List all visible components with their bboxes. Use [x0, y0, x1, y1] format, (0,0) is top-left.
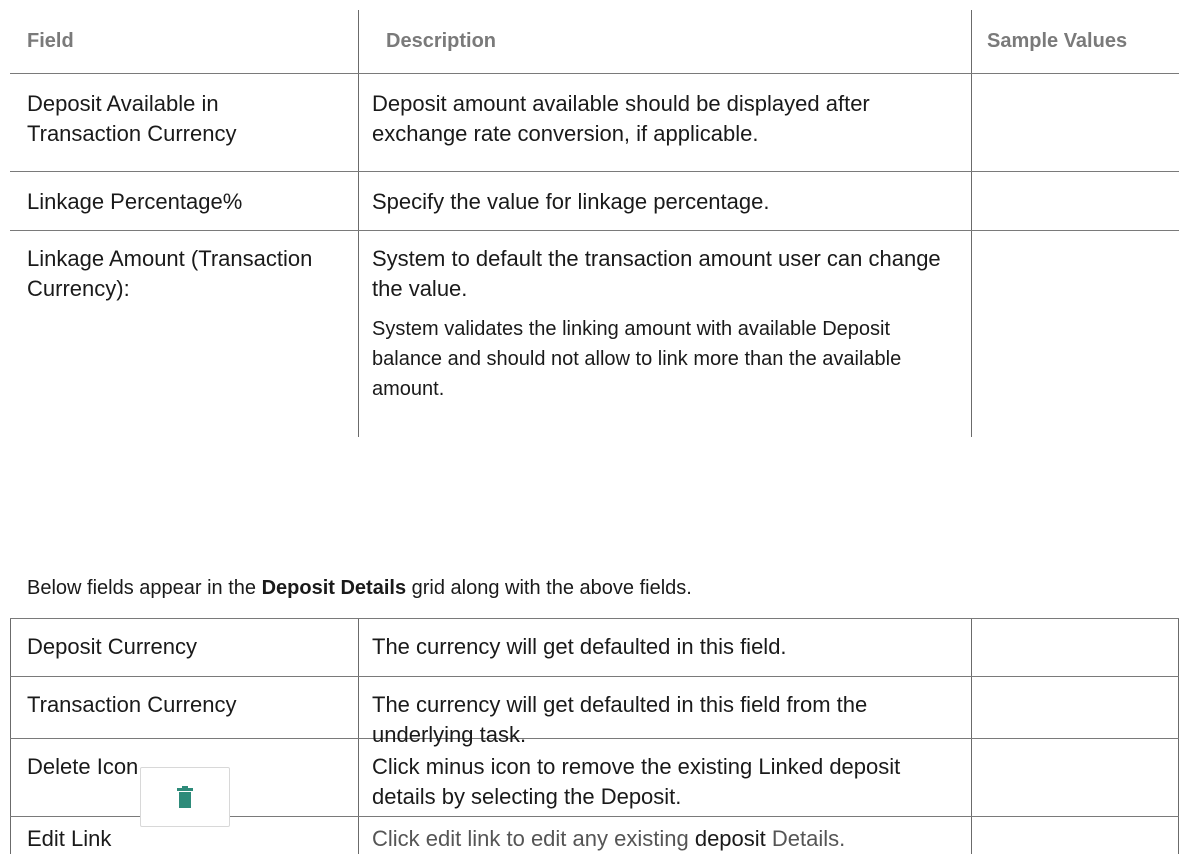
row-divider	[10, 676, 1179, 677]
field-deposit-currency: Deposit Currency	[27, 634, 197, 659]
note-suffix: grid along with the above fields.	[406, 577, 692, 599]
column-divider	[971, 10, 972, 437]
description-edit-link: Click edit link to edit any existing dep…	[372, 824, 967, 854]
description-deposit-currency: The currency will get defaulted in this …	[372, 634, 787, 659]
note-prefix: Below fields appear in the	[27, 577, 262, 599]
edit-link-text-1: Click edit link to edit any existing	[372, 826, 695, 851]
description-linkage-percentage: Specify the value for linkage percentage…	[372, 189, 770, 214]
row-divider	[10, 73, 1179, 74]
field-edit-link: Edit Link	[27, 826, 112, 851]
field-linkage-percentage: Linkage Percentage%	[27, 189, 243, 214]
column-divider	[358, 618, 359, 854]
column-divider	[971, 618, 972, 854]
row-divider	[10, 618, 1179, 619]
description-paragraph: System to default the transaction amount…	[372, 246, 941, 301]
header-sample-values: Sample Values	[987, 30, 1128, 52]
field-transaction-currency: Transaction Currency	[27, 692, 237, 717]
edit-link-text-3: Details.	[765, 826, 846, 851]
grid-note: Below fields appear in the Deposit Detai…	[27, 574, 692, 602]
description-deposit-available: Deposit amount available should be displ…	[372, 91, 870, 146]
trash-icon	[177, 786, 193, 808]
column-divider	[10, 618, 11, 854]
description-paragraph: System validates the linking amount with…	[372, 318, 902, 400]
column-divider	[1178, 618, 1179, 854]
row-divider	[10, 171, 1179, 172]
header-description: Description	[386, 30, 497, 52]
note-bold: Deposit Details	[261, 577, 407, 599]
header-field: Field	[27, 30, 74, 52]
field-deposit-available: Deposit Available in Transaction Currenc…	[27, 91, 237, 146]
delete-button[interactable]	[140, 767, 230, 827]
description-delete-icon: Click minus icon to remove the existing …	[372, 754, 901, 809]
description-transaction-currency: The currency will get defaulted in this …	[372, 692, 868, 747]
field-linkage-amount: Linkage Amount (Transaction Currency):	[27, 246, 313, 301]
row-divider	[10, 230, 1179, 231]
edit-link-text-2: deposit	[694, 826, 766, 851]
column-divider	[358, 10, 359, 437]
description-linkage-amount: System to default the transaction amount…	[372, 244, 962, 404]
